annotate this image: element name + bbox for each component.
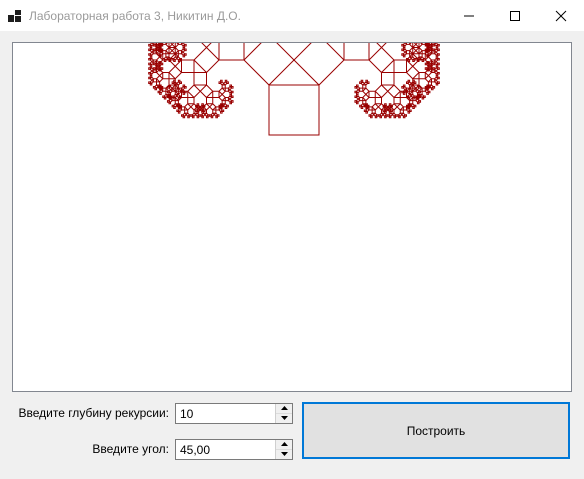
angle-increment-button[interactable] xyxy=(276,440,292,450)
depth-decrement-button[interactable] xyxy=(276,414,292,423)
drawing-canvas xyxy=(12,42,572,392)
maximize-button[interactable] xyxy=(492,0,538,31)
arrow-down-icon xyxy=(281,416,288,420)
minimize-icon xyxy=(464,15,474,17)
close-icon xyxy=(555,10,567,22)
fractal-drawing xyxy=(148,43,440,136)
window-title: Лабораторная работа 3, Никитин Д.О. xyxy=(29,9,241,23)
angle-stepper-buttons xyxy=(275,440,292,459)
arrow-up-icon xyxy=(281,406,288,410)
maximize-icon xyxy=(510,11,520,21)
close-button[interactable] xyxy=(538,0,584,31)
depth-stepper[interactable] xyxy=(175,403,293,424)
arrow-down-icon xyxy=(281,452,288,456)
app-window-icon xyxy=(8,10,21,22)
angle-label: Введите угол: xyxy=(92,442,169,456)
angle-input[interactable] xyxy=(178,441,276,458)
title-bar: Лабораторная работа 3, Никитин Д.О. xyxy=(0,0,584,31)
depth-stepper-buttons xyxy=(275,404,292,423)
arrow-up-icon xyxy=(281,442,288,446)
depth-input[interactable] xyxy=(178,405,276,422)
angle-stepper[interactable] xyxy=(175,439,293,460)
build-button[interactable]: Построить xyxy=(302,402,570,459)
depth-label: Введите глубину рекурсии: xyxy=(18,406,169,420)
angle-decrement-button[interactable] xyxy=(276,450,292,459)
depth-increment-button[interactable] xyxy=(276,404,292,414)
fractal-lines xyxy=(148,43,440,136)
minimize-button[interactable] xyxy=(446,0,492,31)
